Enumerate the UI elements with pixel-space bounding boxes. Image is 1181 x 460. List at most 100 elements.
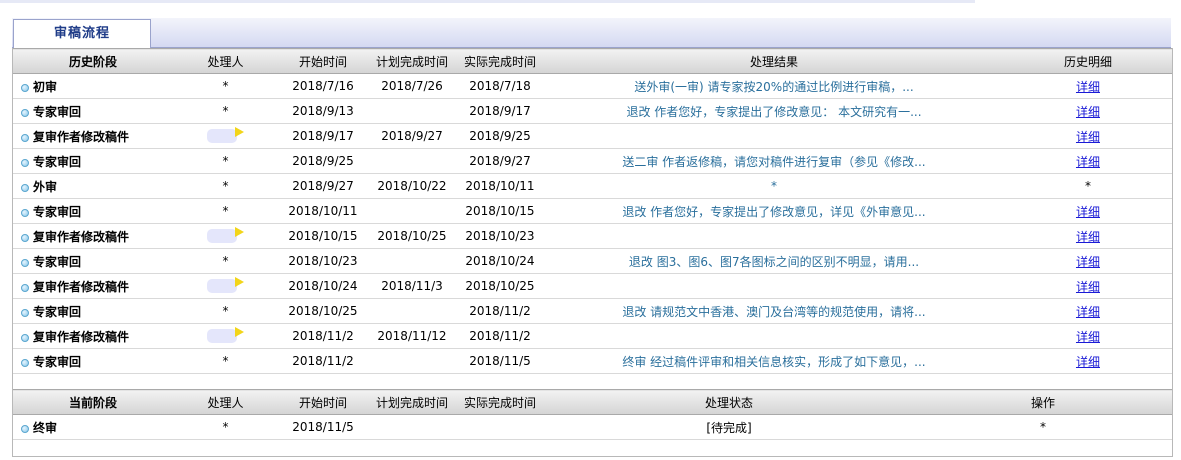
stage-label: 初审 <box>33 79 58 94</box>
handler-cell: * <box>173 98 278 124</box>
stage-label: 外审 <box>33 179 58 194</box>
tab-review-process[interactable]: 审稿流程 <box>13 19 151 49</box>
tab-bar: 审稿流程 <box>12 18 1171 49</box>
planned-time-cell <box>368 348 456 374</box>
handler-cell: * <box>173 298 278 324</box>
planned-time-cell: 2018/7/26 <box>368 73 456 99</box>
history-row: 专家审回 * 2018/10/23 2018/10/24 退改 图3、图6、图7各图标之… <box>13 248 1172 274</box>
stage-label: 终审 <box>33 420 58 435</box>
actual-time-cell: 2018/7/18 <box>456 73 544 99</box>
history-row: 专家审回 * 2018/11/2 2018/11/5 终审 经过稿件评审和相关信息核实，… <box>13 348 1172 374</box>
detail-cell: 详细 <box>1004 123 1172 149</box>
col-header-stage: 历史阶段 <box>13 48 173 74</box>
stage-cell: 复审作者修改稿件 <box>13 323 173 349</box>
actual-time-cell: 2018/10/23 <box>456 223 544 249</box>
detail-link[interactable]: 详细 <box>1076 130 1100 144</box>
handler-text: * <box>222 204 229 218</box>
start-time-cell: 2018/9/25 <box>278 148 368 174</box>
detail-link[interactable]: 详细 <box>1076 330 1100 344</box>
start-time-cell: 2018/10/25 <box>278 298 368 324</box>
stage-cell: 专家审回 <box>13 198 173 224</box>
actual-time-cell: 2018/11/2 <box>456 323 544 349</box>
col-header-start: 开始时间 <box>278 389 368 415</box>
detail-link[interactable]: 详细 <box>1076 155 1100 169</box>
history-row: 专家审回 * 2018/10/11 2018/10/15 退改 作者您好，专家提出了修改… <box>13 198 1172 224</box>
empty-cell <box>13 439 1172 460</box>
redacted-handler <box>207 129 237 144</box>
actual-time-cell: 2018/11/5 <box>456 348 544 374</box>
stage-cell: 复审作者修改稿件 <box>13 273 173 299</box>
bullet-icon <box>21 183 29 192</box>
planned-time-cell <box>368 198 456 224</box>
detail-link[interactable]: 详细 <box>1076 80 1100 94</box>
planned-time-cell: 2018/10/22 <box>368 173 456 199</box>
detail-link[interactable]: 详细 <box>1076 205 1100 219</box>
handler-text: * <box>222 254 229 268</box>
bullet-icon <box>21 108 29 117</box>
detail-link[interactable]: 详细 <box>1076 355 1100 369</box>
result-cell: 送二审 作者返修稿，请您对稿件进行复审（参见《修改... <box>544 148 1004 174</box>
bullet-icon <box>21 208 29 217</box>
history-row: 初审 * 2018/7/16 2018/7/26 2018/7/18 送外审(一审) 请专… <box>13 73 1172 99</box>
detail-link[interactable]: 详细 <box>1076 255 1100 269</box>
review-panel: 历史阶段 处理人 开始时间 计划完成时间 实际完成时间 处理结果 历史明细 初审… <box>12 48 1173 460</box>
status-cell: [待完成] <box>544 414 914 440</box>
handler-cell <box>173 223 278 249</box>
handler-cell: * <box>173 148 278 174</box>
history-header-row: 历史阶段 处理人 开始时间 计划完成时间 实际完成时间 处理结果 历史明细 <box>13 48 1172 74</box>
handler-cell: * <box>173 198 278 224</box>
detail-cell: 详细 <box>1004 98 1172 124</box>
flag-icon <box>235 227 244 238</box>
col-header-handler: 处理人 <box>173 389 278 415</box>
handler-cell: * <box>173 73 278 99</box>
col-header-handler: 处理人 <box>173 48 278 74</box>
handler-cell <box>173 123 278 149</box>
planned-time-cell <box>368 298 456 324</box>
empty-row <box>13 439 1172 460</box>
result-cell: 退改 图3、图6、图7各图标之间的区别不明显，请用... <box>544 248 1004 274</box>
col-header-current-stage: 当前阶段 <box>13 389 173 415</box>
handler-text: * <box>222 104 229 118</box>
detail-link[interactable]: 详细 <box>1076 305 1100 319</box>
handler-text: * <box>222 179 229 193</box>
current-header-row: 当前阶段 处理人 开始时间 计划完成时间 实际完成时间 处理状态 操作 <box>13 389 1172 415</box>
history-row: 专家审回 * 2018/10/25 2018/11/2 退改 请规范文中香港、澳门及台湾… <box>13 298 1172 324</box>
col-header-operation: 操作 <box>914 389 1172 415</box>
result-cell: 终审 经过稿件评审和相关信息核实，形成了如下意见，... <box>544 348 1004 374</box>
handler-cell: * <box>173 414 278 440</box>
bullet-icon <box>21 258 29 267</box>
stage-label: 专家审回 <box>33 254 82 269</box>
stage-label: 复审作者修改稿件 <box>33 229 130 244</box>
planned-time-cell: 2018/10/25 <box>368 223 456 249</box>
detail-link[interactable]: 详细 <box>1076 280 1100 294</box>
history-row: 复审作者修改稿件 2018/9/17 2018/9/27 2018/9/25 详细 <box>13 123 1172 149</box>
result-cell <box>544 223 1004 249</box>
planned-time-cell <box>368 98 456 124</box>
detail-link[interactable]: 详细 <box>1076 230 1100 244</box>
start-time-cell: 2018/10/23 <box>278 248 368 274</box>
stage-label: 复审作者修改稿件 <box>33 329 130 344</box>
stage-cell: 专家审回 <box>13 248 173 274</box>
operation-cell[interactable]: * <box>914 414 1172 440</box>
detail-text: * <box>1085 179 1091 193</box>
current-row: 终审 * 2018/11/5 [待完成] * <box>13 414 1172 440</box>
start-time-cell: 2018/11/5 <box>278 414 368 440</box>
col-header-detail: 历史明细 <box>1004 48 1172 74</box>
handler-cell: * <box>173 348 278 374</box>
actual-time-cell: 2018/10/24 <box>456 248 544 274</box>
history-row: 复审作者修改稿件 2018/10/15 2018/10/25 2018/10/23 详细 <box>13 223 1172 249</box>
current-table: 当前阶段 处理人 开始时间 计划完成时间 实际完成时间 处理状态 操作 终审 * 2… <box>13 389 1172 460</box>
bullet-icon <box>21 333 29 342</box>
col-header-planned: 计划完成时间 <box>368 389 456 415</box>
result-cell: 退改 作者您好，专家提出了修改意见，详见《外审意见... <box>544 198 1004 224</box>
handler-cell: * <box>173 173 278 199</box>
bullet-icon <box>21 358 29 367</box>
detail-link[interactable]: 详细 <box>1076 105 1100 119</box>
detail-cell: 详细 <box>1004 223 1172 249</box>
start-time-cell: 2018/9/17 <box>278 123 368 149</box>
handler-cell <box>173 273 278 299</box>
history-table: 历史阶段 处理人 开始时间 计划完成时间 实际完成时间 处理结果 历史明细 初审… <box>13 48 1172 374</box>
actual-time-cell: 2018/11/2 <box>456 298 544 324</box>
result-cell: * <box>544 173 1004 199</box>
